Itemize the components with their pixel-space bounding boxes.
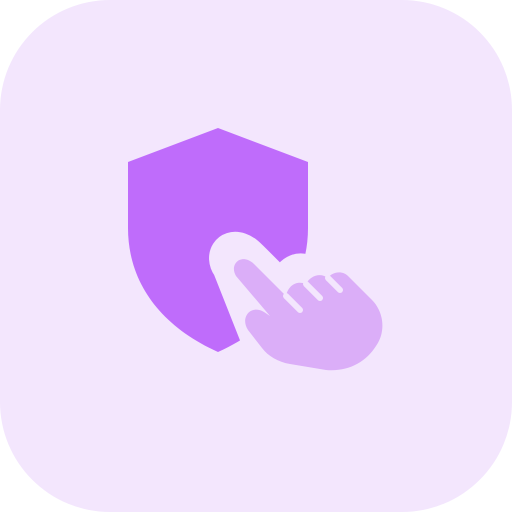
pointing-hand-icon — [209, 231, 404, 390]
app-icon-canvas — [0, 0, 512, 512]
shield-click-icon — [128, 128, 404, 390]
